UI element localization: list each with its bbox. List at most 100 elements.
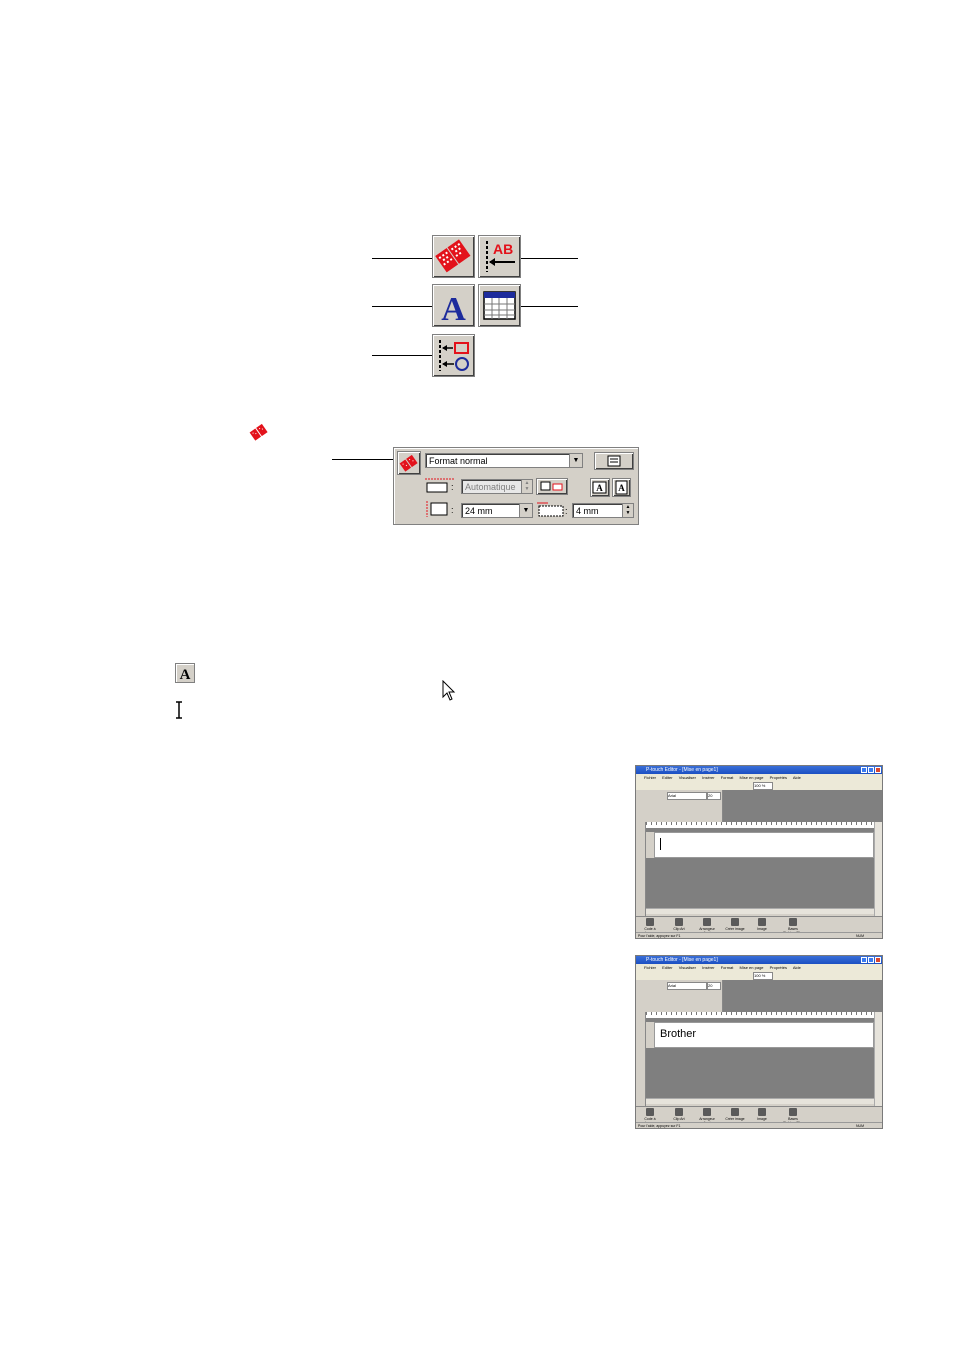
maximize-icon[interactable] — [868, 957, 874, 963]
workspace-bottom — [646, 858, 874, 908]
vertical-scrollbar[interactable] — [874, 822, 882, 916]
zoom-select[interactable]: 100 % — [753, 782, 773, 790]
menu-item[interactable]: Proprétés — [770, 965, 787, 970]
callout-line-tape — [372, 258, 434, 259]
menu-item[interactable]: Aide — [793, 775, 801, 780]
window-controls — [860, 957, 881, 963]
svg-text::: : — [451, 505, 454, 515]
menu-item[interactable]: Insérer — [702, 775, 714, 780]
svg-text:A: A — [618, 483, 625, 493]
insert-button[interactable]: Image — [751, 918, 773, 931]
margin-field[interactable]: 4 mm ▲ ▼ — [572, 503, 634, 518]
tape-properties-button[interactable] — [432, 235, 475, 278]
tape-panel-icon[interactable] — [397, 451, 421, 475]
zoom-select[interactable]: 100 % — [753, 972, 773, 980]
callout-line-panel — [332, 459, 398, 460]
insert-button[interactable]: Image — [751, 1108, 773, 1121]
menu-item[interactable]: Proprétés — [770, 775, 787, 780]
length-field-value: Automatique — [465, 482, 516, 492]
label-area[interactable]: Brother — [654, 1022, 874, 1048]
maximize-icon[interactable] — [868, 767, 874, 773]
tape-width-value: 24 mm — [465, 506, 493, 516]
text-vertical-icon: A — [615, 480, 628, 495]
workspace-bottom — [646, 1048, 874, 1098]
font-size-select[interactable]: 20 — [707, 792, 721, 800]
editor-screenshot-brother: P-touch Editor - [Mise en page1] Fichier… — [635, 955, 883, 1129]
status-bar: Pour l'aide, appuyez sur F1 NUM — [636, 932, 882, 938]
insert-label: Clip Art — [673, 1117, 685, 1121]
length-spinner[interactable]: ▲ ▼ — [521, 480, 532, 493]
arrange-icon: AB — [486, 241, 515, 272]
svg-text:A: A — [441, 291, 466, 326]
tape-width-select[interactable]: 24 mm ▼ — [461, 503, 533, 518]
arrange-text-button[interactable]: AB — [478, 235, 521, 278]
menu-item[interactable]: Fichier — [644, 775, 656, 780]
menu-item[interactable]: Insérer — [702, 965, 714, 970]
length-field[interactable]: Automatique ▲ ▼ — [461, 479, 533, 494]
minimize-icon[interactable] — [861, 767, 867, 773]
insert-bar: Code à barres Clip Art Arrangeur Ansi Cr… — [636, 1106, 882, 1125]
menu-item[interactable]: Visualiser — [679, 775, 696, 780]
text-orient-vertical-button[interactable]: A — [612, 478, 631, 497]
layout-properties-button[interactable] — [432, 334, 475, 377]
callout-line-layout — [372, 355, 434, 356]
menu-item[interactable]: Mise en page — [740, 775, 764, 780]
table-icon — [483, 291, 516, 320]
horizontal-scrollbar[interactable] — [646, 908, 874, 914]
close-icon[interactable] — [875, 767, 881, 773]
menu-item[interactable]: Visualiser — [679, 965, 696, 970]
layout-icon — [439, 340, 469, 371]
svg-text:A: A — [180, 667, 191, 682]
insert-bar: Code à barres Clip Art Arrangeur Ansi Cr… — [636, 916, 882, 935]
window-controls — [860, 767, 881, 773]
num-indicator: NUM — [856, 934, 864, 938]
text-properties-button[interactable]: A — [432, 284, 475, 327]
window-title: P-touch Editor - [Mise en page1] — [636, 766, 882, 774]
print-button[interactable] — [594, 452, 634, 470]
chevron-down-icon[interactable]: ▼ — [519, 504, 532, 517]
menu-item[interactable]: Editer — [662, 965, 672, 970]
format-select[interactable]: Format normal ▼ — [425, 453, 583, 468]
text-caret — [660, 838, 661, 850]
drawing-tools — [636, 822, 646, 916]
editor-screenshot-empty: P-touch Editor - [Mise en page1] Fichier… — [635, 765, 883, 939]
insert-button[interactable]: Clip Art — [668, 1108, 690, 1121]
insert-button[interactable]: Créer image — [724, 1108, 746, 1121]
svg-text::: : — [451, 482, 454, 492]
menu-item[interactable]: Fichier — [644, 965, 656, 970]
num-indicator: NUM — [856, 1124, 864, 1128]
table-properties-button[interactable] — [478, 284, 521, 327]
chevron-down-icon[interactable]: ▼ — [569, 454, 582, 467]
tape-icon — [249, 423, 268, 441]
horizontal-scrollbar[interactable] — [646, 1098, 874, 1104]
minimize-icon[interactable] — [861, 957, 867, 963]
auto-length-button[interactable] — [536, 478, 568, 495]
tape-property-panel: Format normal ▼ : Automatique ▲▼ A A : — [393, 447, 639, 525]
menu-item[interactable]: Format — [721, 965, 734, 970]
close-icon[interactable] — [875, 957, 881, 963]
property-dock: Arial 20 — [636, 980, 723, 1012]
status-bar: Pour l'aide, appuyez sur F1 NUM — [636, 1122, 882, 1128]
insert-label: Clip Art — [673, 927, 685, 931]
tape-icon — [399, 454, 418, 472]
margin-spinner[interactable]: ▲ ▼ — [622, 504, 633, 517]
insert-button[interactable]: Clip Art — [668, 918, 690, 931]
insert-button[interactable]: Créer image — [724, 918, 746, 931]
font-size-select[interactable]: 20 — [707, 982, 721, 990]
menu-item[interactable]: Format — [721, 775, 734, 780]
vertical-scrollbar[interactable] — [874, 1012, 882, 1106]
svg-text:A: A — [596, 483, 603, 493]
font-select[interactable]: Arial — [667, 982, 707, 990]
text-orient-horizontal-button[interactable]: A — [590, 478, 610, 497]
print-icon — [607, 455, 621, 467]
font-select[interactable]: Arial — [667, 792, 707, 800]
text-tool-icon: A — [175, 663, 195, 683]
label-area[interactable] — [654, 832, 874, 858]
insert-label: Créer image — [725, 1117, 745, 1121]
svg-text::: : — [565, 506, 568, 516]
menu-item[interactable]: Aide — [793, 965, 801, 970]
text-horizontal-icon: A — [592, 481, 607, 494]
menu-item[interactable]: Editer — [662, 775, 672, 780]
margin-icon: : — [537, 502, 568, 517]
menu-item[interactable]: Mise en page — [740, 965, 764, 970]
